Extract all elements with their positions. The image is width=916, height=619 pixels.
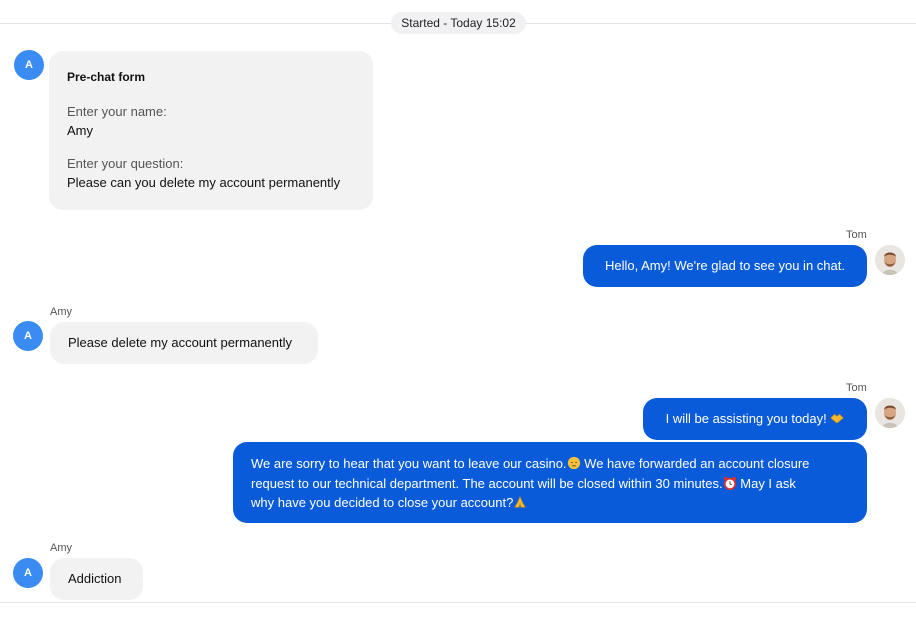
visitor-sender-name: Amy	[50, 542, 72, 554]
message-text: Hello, Amy! We're glad to see you in cha…	[605, 258, 845, 273]
visitor-sender-name: Amy	[50, 306, 72, 318]
session-started-pill: Started - Today 15:02	[391, 12, 526, 34]
composer-divider	[0, 602, 916, 603]
message-text: Addiction	[68, 571, 122, 586]
question-field-value: Please can you delete my account permane…	[67, 175, 341, 190]
agent-message-bubble: I will be assisting you today!	[643, 398, 867, 440]
visitor-avatar: A	[13, 321, 43, 351]
handshake-emoji-icon	[830, 414, 845, 424]
agent-photo-icon	[875, 398, 905, 428]
pensive-face-emoji-icon	[567, 456, 580, 470]
agent-avatar	[875, 398, 905, 428]
agent-avatar	[875, 245, 905, 275]
visitor-avatar: A	[14, 50, 44, 80]
alarm-clock-emoji-icon	[723, 476, 736, 490]
agent-photo-icon	[875, 245, 905, 275]
agent-message-bubble: We are sorry to hear that you want to le…	[233, 442, 867, 523]
visitor-message-bubble: Please delete my account permanently	[50, 322, 318, 364]
message-line-1: We are sorry to hear that you want to le…	[251, 456, 810, 471]
prechat-form-card: Pre-chat form Enter your name: Amy Enter…	[49, 51, 373, 210]
name-field-label: Enter your name:	[67, 104, 167, 119]
visitor-message-bubble: Addiction	[50, 558, 143, 600]
agent-message-bubble: Hello, Amy! We're glad to see you in cha…	[583, 245, 867, 287]
name-field-value: Amy	[67, 123, 93, 138]
agent-sender-name: Tom	[846, 229, 867, 241]
message-line-2: request to our technical department. The…	[251, 475, 796, 491]
folded-hands-emoji-icon	[514, 495, 527, 508]
agent-sender-name: Tom	[846, 382, 867, 394]
visitor-avatar: A	[13, 558, 43, 588]
message-text: I will be assisting you today!	[665, 411, 827, 426]
message-text: Please delete my account permanently	[68, 335, 293, 350]
question-field-label: Enter your question:	[67, 156, 184, 171]
prechat-form-title: Pre-chat form	[67, 70, 146, 84]
message-line-3: why have you decided to close your accou…	[251, 493, 849, 513]
